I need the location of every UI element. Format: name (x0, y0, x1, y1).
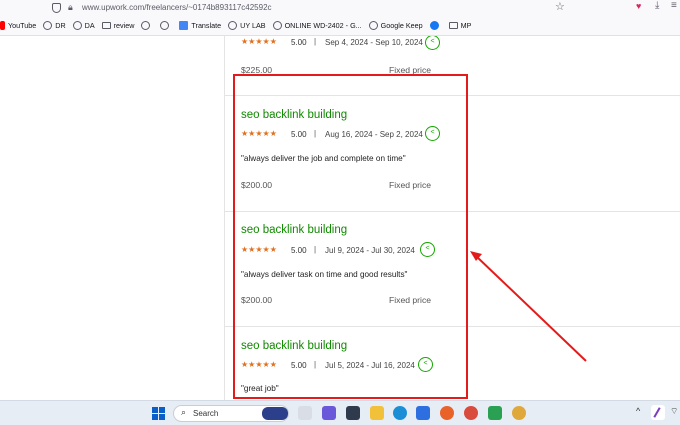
search-label: Search (193, 409, 219, 418)
taskbar-search[interactable]: ⌕ Search (173, 405, 289, 422)
chrome-profile-icon[interactable] (512, 406, 526, 420)
chrome-icon[interactable] (464, 406, 478, 420)
wifi-icon[interactable]: ⌔ (670, 406, 678, 417)
firefox-icon[interactable] (440, 406, 454, 420)
file-explorer-icon[interactable] (370, 406, 384, 420)
windows-start-icon[interactable] (152, 407, 165, 420)
drive-icon[interactable] (488, 406, 502, 420)
pen-menu-icon[interactable] (651, 405, 665, 420)
task-view-icon[interactable] (298, 406, 312, 420)
search-icon: ⌕ (181, 407, 187, 417)
copilot-icon[interactable] (322, 406, 336, 420)
tray-overflow-icon[interactable]: ^ (636, 406, 640, 416)
search-highlight-image (262, 407, 288, 420)
store-icon[interactable] (416, 406, 430, 420)
edge-icon[interactable] (393, 406, 407, 420)
taskbar: ⌕ Search ^ ⌔ (0, 400, 680, 425)
annotation-arrow (470, 251, 587, 362)
camera-app-icon[interactable] (346, 406, 360, 420)
